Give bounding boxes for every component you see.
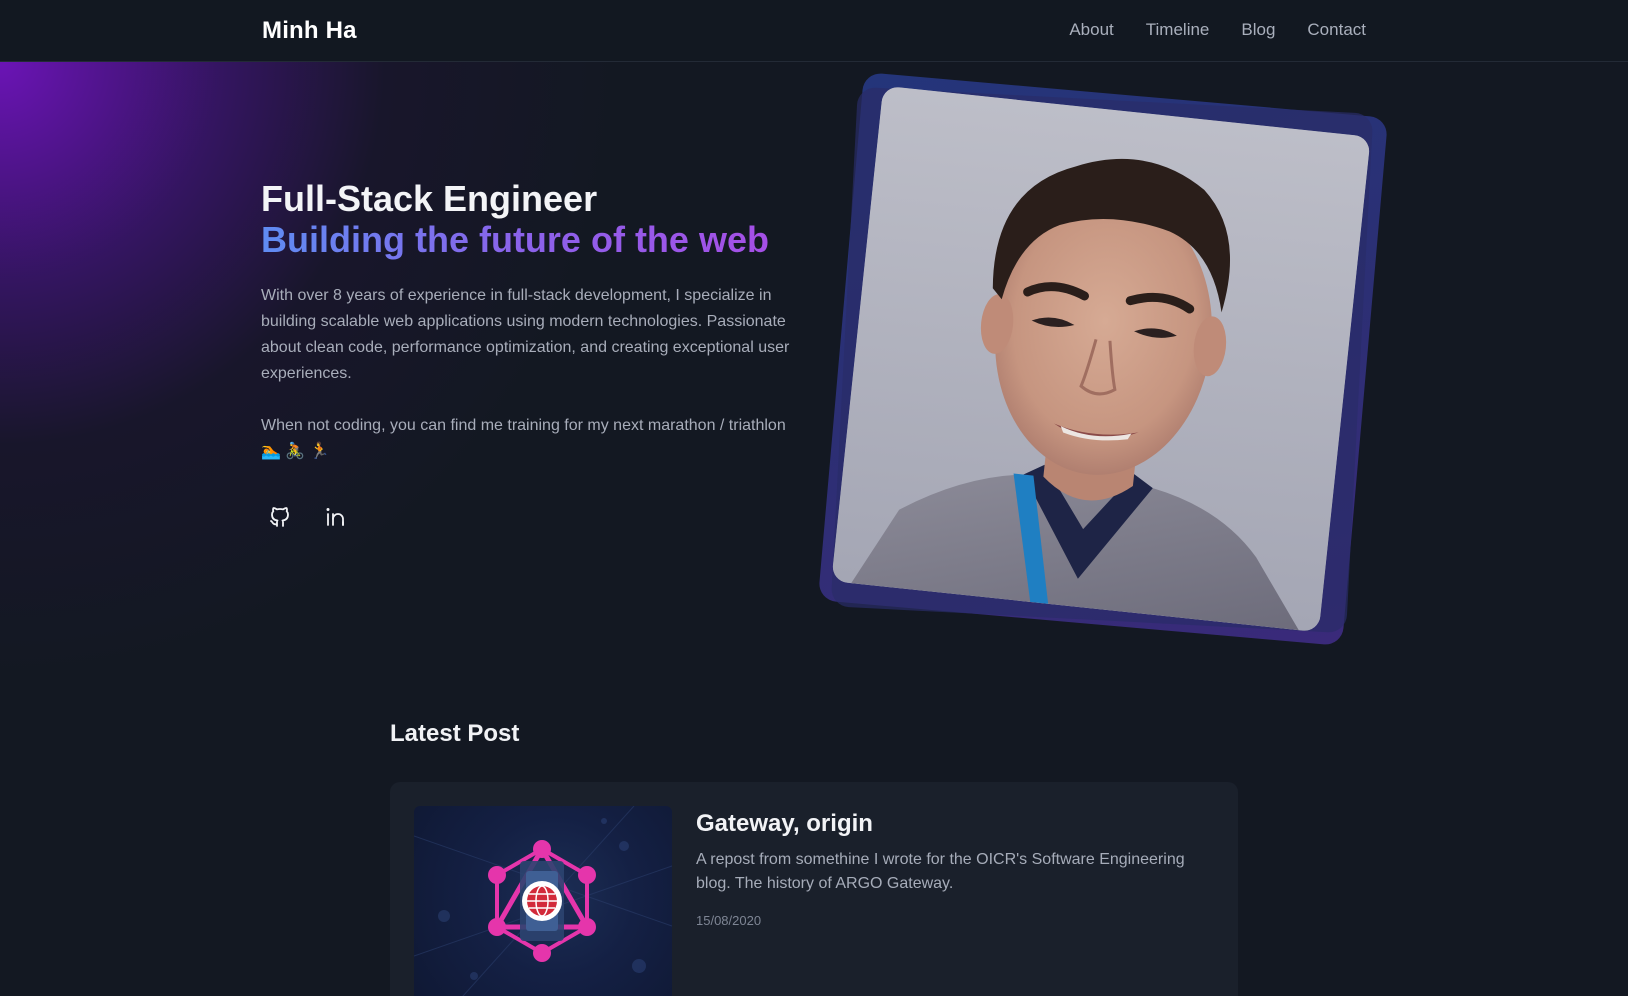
nav-timeline[interactable]: Timeline (1146, 20, 1210, 40)
social-links (265, 502, 351, 532)
site-header: Minh Ha About Timeline Blog Contact (0, 0, 1628, 62)
latest-post-card[interactable]: Gateway, origin A repost from somethine … (390, 782, 1238, 996)
github-icon (270, 507, 289, 527)
page: Minh Ha About Timeline Blog Contact Full… (0, 0, 1628, 996)
latest-post-heading: Latest Post (390, 720, 520, 747)
nav-contact[interactable]: Contact (1307, 20, 1366, 40)
nav-blog[interactable]: Blog (1241, 20, 1275, 40)
profile-photo-frame (817, 72, 1389, 646)
hero-hobbies-text: When not coding, you can find me trainin… (261, 417, 786, 460)
graphql-gateway-icon (414, 806, 672, 996)
main-nav: About Timeline Blog Contact (1069, 20, 1366, 40)
hero-title: Full-Stack Engineer (261, 178, 598, 219)
post-title[interactable]: Gateway, origin (696, 810, 873, 838)
hero-intro-text: With over 8 years of experience in full-… (261, 287, 790, 382)
post-description: A repost from somethine I wrote for the … (696, 851, 1185, 892)
profile-photo (831, 85, 1371, 633)
nav-about[interactable]: About (1069, 20, 1113, 40)
github-link[interactable] (265, 502, 295, 532)
hero-subtitle: Building the future of the web (261, 219, 769, 260)
linkedin-icon (326, 508, 344, 526)
linkedin-link[interactable] (321, 502, 351, 532)
post-date: 15/08/2020 (696, 913, 762, 928)
portrait-illustration (831, 85, 1371, 633)
brand-logo[interactable]: Minh Ha (262, 17, 357, 45)
post-thumbnail (414, 806, 672, 996)
